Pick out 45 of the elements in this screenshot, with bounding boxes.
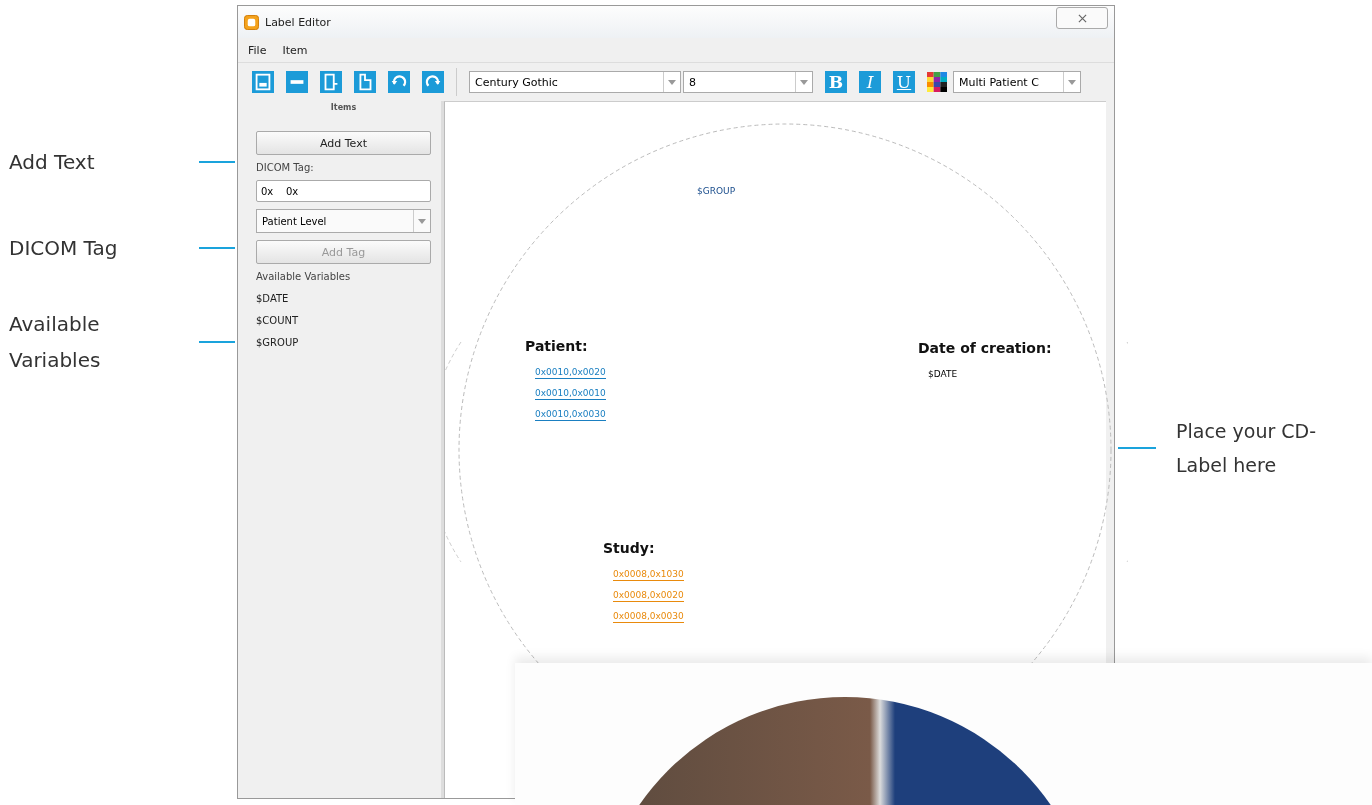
variables-label: Available Variables bbox=[256, 271, 352, 282]
variable-text[interactable]: $DATE bbox=[928, 369, 1052, 379]
close-button[interactable] bbox=[1056, 7, 1108, 29]
page-icon[interactable] bbox=[354, 71, 376, 93]
undo-icon[interactable] bbox=[388, 71, 410, 93]
tag-link[interactable]: 0x0010,0x0020 bbox=[535, 367, 606, 379]
panel-header: Items bbox=[329, 103, 358, 112]
leader-line bbox=[1118, 447, 1156, 449]
leader-line bbox=[199, 247, 235, 249]
menu-item[interactable]: File bbox=[248, 43, 267, 57]
app-icon bbox=[244, 14, 259, 30]
tag-link[interactable]: 0x0010,0x0030 bbox=[535, 409, 606, 421]
dicom-tag-label: DICOM Tag: bbox=[256, 162, 315, 173]
color-palette-icon[interactable] bbox=[927, 72, 947, 92]
redo-icon[interactable] bbox=[422, 71, 444, 93]
close-icon bbox=[1077, 13, 1087, 23]
callout-label: Available Variables bbox=[9, 311, 102, 374]
variable-item[interactable]: $DATE bbox=[256, 293, 431, 304]
size-dropdown[interactable]: 8 bbox=[683, 71, 813, 93]
caret-icon bbox=[800, 79, 808, 85]
callout-label: Add Text bbox=[9, 149, 96, 176]
menu-item[interactable]: Item bbox=[282, 43, 308, 57]
variable-item[interactable]: $COUNT bbox=[256, 315, 431, 326]
caret-icon bbox=[1068, 79, 1076, 85]
caret-icon bbox=[668, 79, 676, 85]
level-dropdown[interactable]: Patient Level bbox=[256, 209, 431, 233]
leader-line bbox=[199, 161, 235, 163]
tag-link[interactable]: 0x0010,0x0010 bbox=[535, 388, 606, 400]
leader-line bbox=[199, 341, 235, 343]
dicom-tag-field[interactable]: 0x 0x bbox=[256, 180, 431, 202]
callout-label: Place your CD-Label here bbox=[1176, 419, 1318, 478]
group-variable-text[interactable]: $GROUP bbox=[697, 186, 736, 196]
window-title: Label Editor bbox=[265, 15, 332, 29]
minus-icon[interactable] bbox=[286, 71, 308, 93]
section-heading[interactable]: Date of creation: bbox=[918, 340, 1052, 356]
page-icon[interactable] bbox=[320, 71, 342, 93]
section-heading[interactable]: Patient: bbox=[525, 338, 606, 354]
save-icon[interactable] bbox=[252, 71, 274, 93]
section-heading[interactable]: Study: bbox=[603, 540, 684, 556]
template-dropdown[interactable]: Multi Patient C bbox=[953, 71, 1081, 93]
callout-label: DICOM Tag bbox=[9, 235, 119, 262]
font-dropdown[interactable]: Century Gothic bbox=[469, 71, 681, 93]
caret-icon bbox=[418, 218, 426, 224]
variable-item[interactable]: $GROUP bbox=[256, 337, 431, 348]
add-text-button[interactable]: Add Text bbox=[256, 131, 431, 155]
